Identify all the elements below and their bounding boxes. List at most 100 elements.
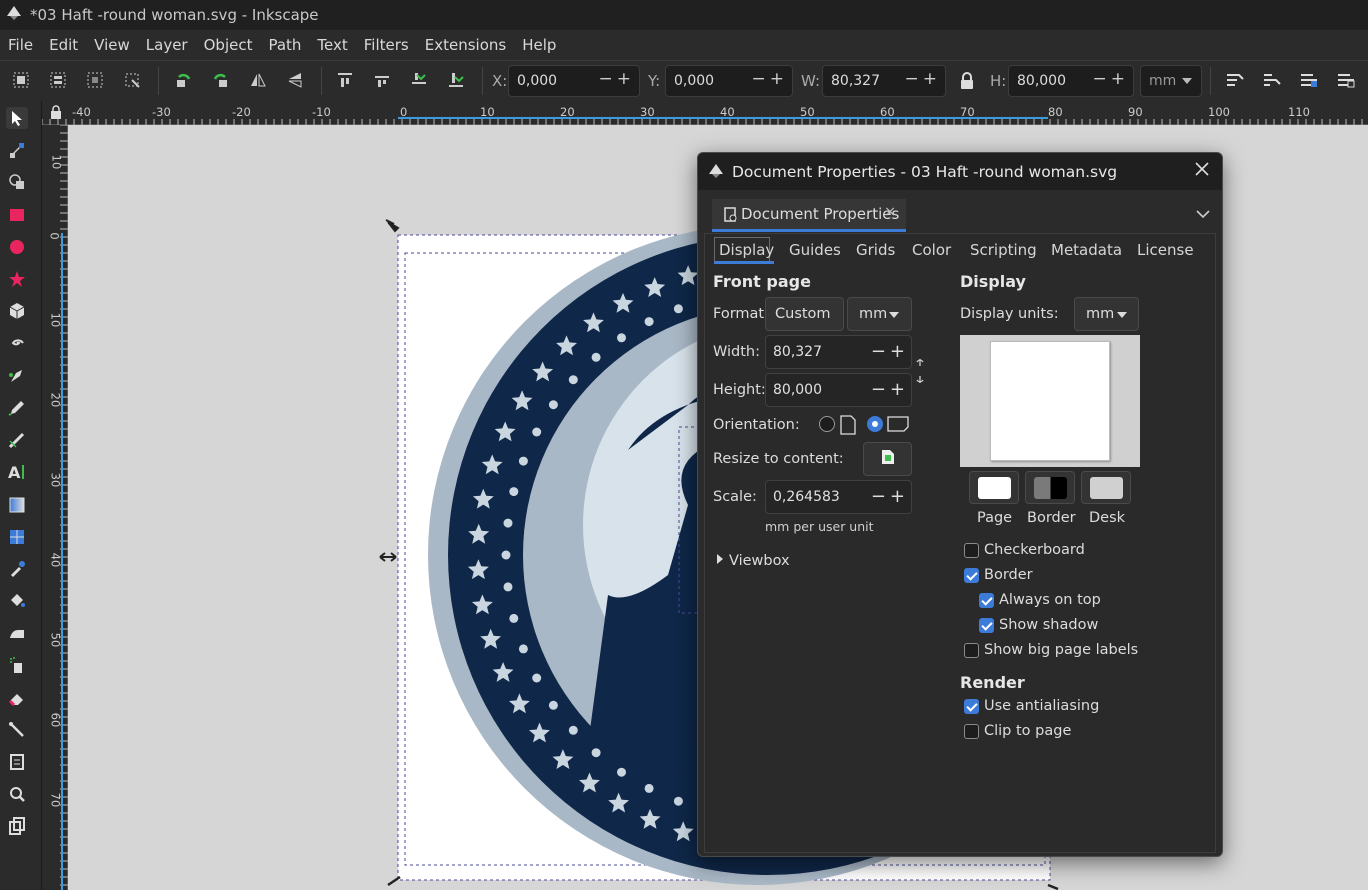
menu-filters[interactable]: Filters: [364, 36, 409, 54]
spiral-tool-icon[interactable]: [6, 332, 28, 354]
clip-to-page-checkbox[interactable]: [964, 724, 979, 739]
node-tool-icon[interactable]: [6, 139, 28, 161]
height-field[interactable]: 80,000 −+: [765, 373, 912, 407]
width-field[interactable]: 80,327 −+: [765, 335, 912, 369]
horizontal-ruler[interactable]: -40 -30 -20 -10 0 10 20 30 40 50 60 70 8…: [42, 101, 1368, 125]
y-field[interactable]: 0,000 −+: [665, 65, 793, 97]
orientation-landscape-radio[interactable]: [867, 416, 883, 432]
3d-box-tool-icon[interactable]: [6, 300, 28, 322]
touch-select-icon[interactable]: [121, 69, 143, 91]
h-stepper[interactable]: −+: [1093, 69, 1130, 89]
rotate-cw-icon[interactable]: [210, 69, 232, 91]
raise-to-top-icon[interactable]: [334, 69, 356, 91]
w-stepper[interactable]: −+: [905, 69, 942, 89]
page-color-swatch[interactable]: [969, 471, 1019, 504]
tweak-tool-icon[interactable]: [6, 622, 28, 644]
lock-icon[interactable]: [956, 70, 978, 92]
mesh-tool-icon[interactable]: [6, 526, 28, 548]
resize-to-content-button[interactable]: [863, 442, 912, 476]
menu-view[interactable]: View: [94, 36, 130, 54]
vertical-ruler[interactable]: 10 0 10 20 30 40 50 60 70: [42, 125, 68, 890]
show-big-page-labels-checkbox[interactable]: [964, 643, 979, 658]
paint-bucket-icon[interactable]: [6, 590, 28, 612]
transform-patterns-icon[interactable]: [1335, 69, 1357, 91]
tab-guides[interactable]: Guides: [789, 241, 841, 259]
menu-text[interactable]: Text: [317, 36, 347, 54]
tab-document-properties[interactable]: Document Properties ×: [712, 199, 906, 232]
chevron-down-icon: [1117, 312, 1127, 323]
height-stepper[interactable]: −+: [871, 379, 909, 400]
unit-select[interactable]: mm: [1140, 65, 1202, 97]
star-tool-icon[interactable]: [6, 268, 28, 290]
raise-icon[interactable]: [371, 69, 393, 91]
w-field[interactable]: 80,327 −+: [822, 65, 946, 97]
tab-display[interactable]: Display: [719, 241, 774, 259]
menu-extensions[interactable]: Extensions: [425, 36, 506, 54]
use-antialiasing-checkbox[interactable]: [964, 699, 979, 714]
deselect-icon[interactable]: [84, 69, 106, 91]
gradient-tool-icon[interactable]: [6, 494, 28, 516]
chain-link-icon[interactable]: [915, 358, 925, 388]
shape-builder-icon[interactable]: [6, 171, 28, 193]
tab-scripting[interactable]: Scripting: [970, 241, 1037, 259]
pen-tool-icon[interactable]: [6, 365, 28, 387]
pages-copy-icon[interactable]: [6, 815, 28, 837]
menu-help[interactable]: Help: [522, 36, 556, 54]
selector-tool-icon[interactable]: [6, 107, 28, 129]
orientation-portrait-radio[interactable]: [819, 416, 835, 432]
chevron-down-icon[interactable]: [1196, 205, 1210, 223]
tab-grids[interactable]: Grids: [856, 241, 895, 259]
x-field[interactable]: 0,000 −+: [508, 65, 640, 97]
select-all-icon[interactable]: [10, 69, 32, 91]
transform-gradients-icon[interactable]: [1298, 69, 1320, 91]
tab-color[interactable]: Color: [912, 241, 951, 259]
menu-edit[interactable]: Edit: [49, 36, 78, 54]
scale-field[interactable]: 0,264583 −+: [765, 480, 912, 514]
tab-license[interactable]: License: [1137, 241, 1194, 259]
always-on-top-checkbox[interactable]: [979, 593, 994, 608]
tab-close-icon[interactable]: ×: [884, 204, 896, 220]
lower-icon[interactable]: [408, 69, 430, 91]
y-stepper[interactable]: −+: [752, 69, 789, 89]
lower-to-bottom-icon[interactable]: [445, 69, 467, 91]
display-units-select[interactable]: mm: [1074, 297, 1139, 331]
menu-file[interactable]: File: [8, 36, 33, 54]
rotate-ccw-icon[interactable]: [172, 69, 194, 91]
format-unit-select[interactable]: mm: [847, 297, 912, 331]
scale-stroke-icon[interactable]: [1224, 69, 1246, 91]
x-stepper[interactable]: −+: [599, 69, 636, 89]
desk-color-swatch[interactable]: [1081, 471, 1131, 504]
pages-tool-icon[interactable]: [6, 751, 28, 773]
border-color-swatch[interactable]: [1025, 471, 1075, 504]
connector-tool-icon[interactable]: [6, 719, 28, 741]
flip-vertical-icon[interactable]: [284, 69, 306, 91]
zoom-tool-icon[interactable]: [6, 783, 28, 805]
scale-stepper[interactable]: −+: [871, 486, 909, 507]
width-stepper[interactable]: −+: [871, 341, 909, 362]
dot-shape: [644, 317, 654, 327]
tab-metadata[interactable]: Metadata: [1051, 241, 1122, 259]
h-field[interactable]: 80,000 −+: [1008, 65, 1134, 97]
scale-corners-icon[interactable]: [1261, 69, 1283, 91]
eraser-tool-icon[interactable]: [6, 687, 28, 709]
show-shadow-checkbox[interactable]: [979, 618, 994, 633]
dropper-tool-icon[interactable]: [6, 558, 28, 580]
menu-path[interactable]: Path: [268, 36, 301, 54]
chevron-right-icon[interactable]: [717, 554, 728, 564]
viewbox-expander[interactable]: Viewbox: [729, 553, 790, 569]
rectangle-tool-icon[interactable]: [6, 204, 28, 226]
ellipse-tool-icon[interactable]: [6, 236, 28, 258]
pencil-tool-icon[interactable]: [6, 397, 28, 419]
close-icon[interactable]: [1194, 161, 1210, 181]
spray-tool-icon[interactable]: [6, 654, 28, 676]
flip-horizontal-icon[interactable]: [247, 69, 269, 91]
menu-layer[interactable]: Layer: [146, 36, 188, 54]
text-tool-icon[interactable]: A: [6, 461, 28, 483]
menu-object[interactable]: Object: [204, 36, 253, 54]
dialog-title-bar[interactable]: Document Properties - 03 Haft -round wom…: [698, 153, 1222, 190]
select-all-layers-icon[interactable]: [47, 69, 69, 91]
checkerboard-checkbox[interactable]: [964, 543, 979, 558]
calligraphy-tool-icon[interactable]: [6, 429, 28, 451]
border-checkbox[interactable]: [964, 568, 979, 583]
format-select[interactable]: Custom: [765, 297, 844, 331]
